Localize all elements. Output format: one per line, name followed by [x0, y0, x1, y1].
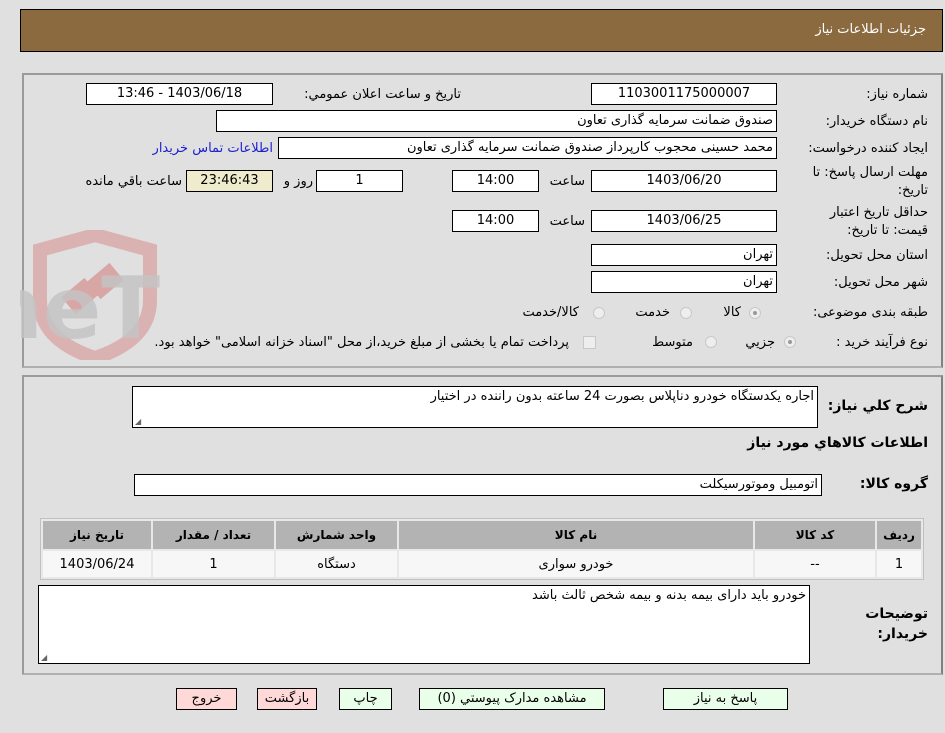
- exit-button[interactable]: خروج: [176, 688, 237, 710]
- buyer-org-field: صندوق ضمانت سرمايه گذاری تعاون: [216, 110, 777, 132]
- header-goods-name: نام کالا: [399, 521, 753, 549]
- category-option-service: خدمت: [635, 305, 670, 320]
- reply-deadline-label-2: تاريخ:: [897, 183, 928, 198]
- goods-table: رديف کد کالا نام کالا واحد شمارش تعداد /…: [40, 518, 924, 580]
- process-label: نوع فرآيند خريد :: [836, 335, 928, 350]
- creator-label: ايجاد کننده درخواست:: [808, 141, 928, 156]
- header-unit: واحد شمارش: [276, 521, 397, 549]
- buyer-notes-text: خودرو بايد دارای بيمه بدنه و بيمه شخص ثا…: [532, 588, 806, 603]
- page-title: جزئيات اطلاعات نياز: [815, 22, 926, 37]
- category-radio-goods[interactable]: [749, 307, 761, 319]
- header-quantity: تعداد / مقدار: [153, 521, 274, 549]
- goods-table-header: رديف کد کالا نام کالا واحد شمارش تعداد /…: [43, 521, 921, 549]
- buyer-notes-textarea[interactable]: خودرو بايد دارای بيمه بدنه و بيمه شخص ثا…: [38, 585, 810, 664]
- cell-goods-code: --: [755, 551, 875, 577]
- process-option-minor: جزيي: [745, 335, 775, 350]
- need-number-field: 1103001175000007: [591, 83, 777, 105]
- category-option-goods-service: کالا/خدمت: [522, 305, 579, 320]
- goods-info-title: اطلاعات کالاهاي مورد نياز: [747, 435, 928, 451]
- remaining-label: ساعت باقي مانده: [85, 174, 182, 189]
- reply-button[interactable]: پاسخ به نياز: [663, 688, 788, 710]
- cell-goods-name: خودرو سواری: [399, 551, 753, 577]
- cell-need-date: 1403/06/24: [43, 551, 151, 577]
- category-radio-goods-service[interactable]: [593, 307, 605, 319]
- resize-grip-icon[interactable]: ◢: [135, 417, 141, 426]
- process-radio-medium[interactable]: [705, 336, 717, 348]
- resize-grip-icon[interactable]: ◢: [41, 653, 47, 662]
- time-remaining-field: 23:46:43: [186, 170, 273, 192]
- validity-hour-label: ساعت: [549, 214, 585, 229]
- days-label: روز و: [283, 174, 313, 189]
- reply-date-field: 1403/06/20: [591, 170, 777, 192]
- table-row: 1 -- خودرو سواری دستگاه 1 1403/06/24: [43, 551, 921, 577]
- reply-hour-label: ساعت: [549, 174, 585, 189]
- announce-label: تاريخ و ساعت اعلان عمومي:: [304, 87, 461, 102]
- description-label: شرح کلي نياز:: [827, 398, 928, 414]
- header-row-number: رديف: [877, 521, 921, 549]
- buyer-contact-link[interactable]: اطلاعات تماس خريدار: [153, 141, 273, 156]
- back-button[interactable]: بازگشت: [257, 688, 317, 710]
- validity-label-2: قيمت: تا تاريخ:: [847, 223, 928, 238]
- view-attachments-button[interactable]: مشاهده مدارک پيوستي (0): [419, 688, 605, 710]
- goods-group-field: اتومبيل وموتورسيکلت: [134, 474, 822, 496]
- treasury-checkbox[interactable]: [583, 336, 596, 349]
- buyer-notes-label-2: خريدار:: [877, 626, 928, 642]
- announce-field: 1403/06/18 - 13:46: [86, 83, 273, 105]
- category-option-goods: کالا: [723, 305, 741, 320]
- header-need-date: تاريخ نياز: [43, 521, 151, 549]
- category-label: طبقه بندی موضوعی:: [812, 305, 928, 320]
- validity-label: حداقل تاريخ اعتبار: [829, 205, 928, 220]
- city-label: شهر محل تحويل:: [833, 275, 928, 290]
- validity-date-field: 1403/06/25: [591, 210, 777, 232]
- reply-time-field: 14:00: [452, 170, 539, 192]
- process-radio-minor[interactable]: [784, 336, 796, 348]
- description-textarea[interactable]: اجاره يکدستگاه خودرو دناپلاس بصورت 24 سا…: [132, 386, 818, 428]
- buyer-org-label: نام دستگاه خريدار:: [825, 114, 928, 129]
- process-option-medium: متوسط: [652, 335, 693, 350]
- province-field: تهران: [591, 244, 777, 266]
- cell-row-number: 1: [877, 551, 921, 577]
- treasury-note: پرداخت تمام يا بخشی از مبلغ خريد،از محل …: [154, 335, 569, 350]
- reply-deadline-label: مهلت ارسال پاسخ: تا: [812, 165, 928, 180]
- category-radio-service[interactable]: [680, 307, 692, 319]
- print-button[interactable]: چاپ: [339, 688, 392, 710]
- page-header: جزئيات اطلاعات نياز: [20, 9, 943, 52]
- validity-time-field: 14:00: [452, 210, 539, 232]
- description-text: اجاره يکدستگاه خودرو دناپلاس بصورت 24 سا…: [430, 389, 814, 404]
- need-number-label: شماره نياز:: [866, 87, 928, 102]
- cell-quantity: 1: [153, 551, 274, 577]
- days-remaining-field: 1: [316, 170, 403, 192]
- goods-group-label: گروه کالا:: [859, 476, 928, 492]
- header-goods-code: کد کالا: [755, 521, 875, 549]
- buyer-notes-label: توضيحات: [865, 606, 928, 622]
- city-field: تهران: [591, 271, 777, 293]
- creator-field: محمد حسينی محجوب کارپرداز صندوق ضمانت سر…: [278, 137, 777, 159]
- province-label: استان محل تحويل:: [826, 248, 928, 263]
- cell-unit: دستگاه: [276, 551, 397, 577]
